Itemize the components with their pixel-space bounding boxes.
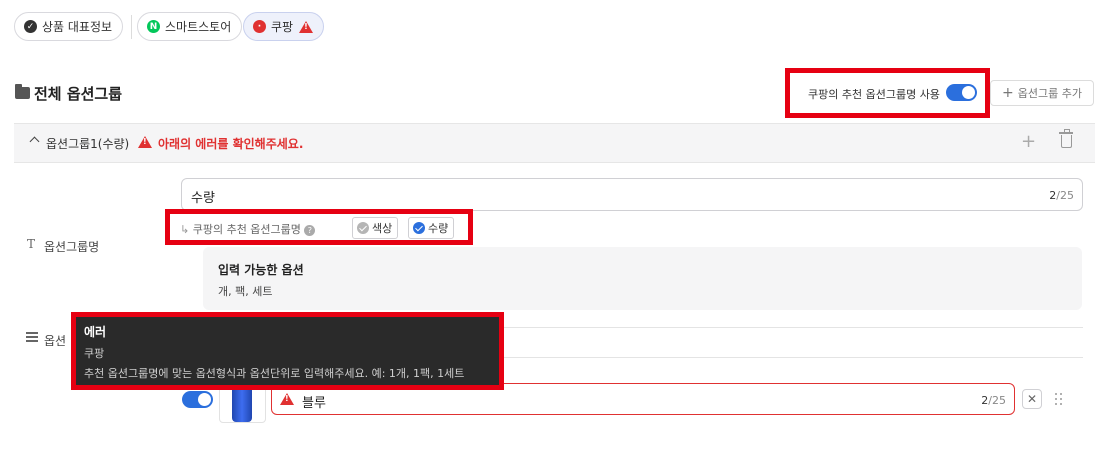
check-circle-icon: ✓ [24,20,37,33]
naver-n-icon: N [147,20,160,33]
check-circle-icon [357,222,369,234]
add-group-label: 옵션그룹 추가 [1017,87,1082,100]
available-options-title: 입력 가능한 옵션 [218,263,304,277]
plus-icon: + [1002,85,1014,101]
group-error-text: 아래의 에러를 확인해주세요. [158,137,304,151]
list-icon [26,332,38,342]
option-label: 옵션 [44,334,67,348]
section-title: 전체 옵션그룹 [34,85,123,103]
group-name-input[interactable]: 수량 2/25 [181,178,1083,211]
toggle-knob [198,393,211,406]
recommend-label: ↳ 쿠팡의 추천 옵션그룹명 ? [180,221,316,237]
recommend-toggle-label: 쿠팡의 추천 옵션그룹명 사용 [808,88,940,101]
remove-option-button[interactable]: ✕ [1022,389,1042,409]
recommend-toggle-switch[interactable] [946,84,977,101]
add-option-group-button[interactable]: + 옵션그룹 추가 [990,80,1094,106]
warning-icon [280,393,294,405]
tab-label: 상품 대표정보 [42,20,113,34]
trash-icon[interactable] [1059,129,1073,148]
tab-label: 쿠팡 [271,20,294,34]
available-options-box [203,247,1082,310]
check-circle-icon [413,222,425,234]
reply-arrow-icon: ↳ [180,223,190,236]
group-name-label: 옵션그룹명 [44,240,100,254]
option-enable-toggle[interactable] [182,391,213,408]
folder-icon [15,84,30,99]
tab-label: 스마트스토어 [165,20,232,34]
recommend-chip-quantity[interactable]: 수량 [408,217,455,239]
option-value: 블루 [302,396,326,411]
tab-product-info[interactable]: ✓ 상품 대표정보 [14,12,124,41]
option-header-row [500,327,1083,358]
drag-handle-icon[interactable] [1055,393,1063,405]
tab-coupang[interactable]: · 쿠팡 [243,12,325,41]
warning-icon [299,20,314,33]
toggle-knob [962,86,975,99]
add-option-icon[interactable]: + [1021,131,1036,152]
recommend-chip-color[interactable]: 색상 [352,217,399,239]
tab-divider [131,15,132,39]
text-type-icon: T [27,237,36,251]
available-options-list: 개, 팩, 세트 [218,285,273,298]
option-group-name: 옵션그룹1(수량) [46,137,130,151]
coupang-icon: · [253,20,266,33]
warning-icon [138,136,152,148]
char-counter: 2/25 [1049,189,1074,202]
char-counter: 2/25 [981,394,1006,407]
tab-smartstore[interactable]: N 스마트스토어 [137,12,243,41]
highlight-box [71,312,504,390]
group-name-value: 수량 [191,191,215,206]
help-icon[interactable]: ? [304,225,316,236]
